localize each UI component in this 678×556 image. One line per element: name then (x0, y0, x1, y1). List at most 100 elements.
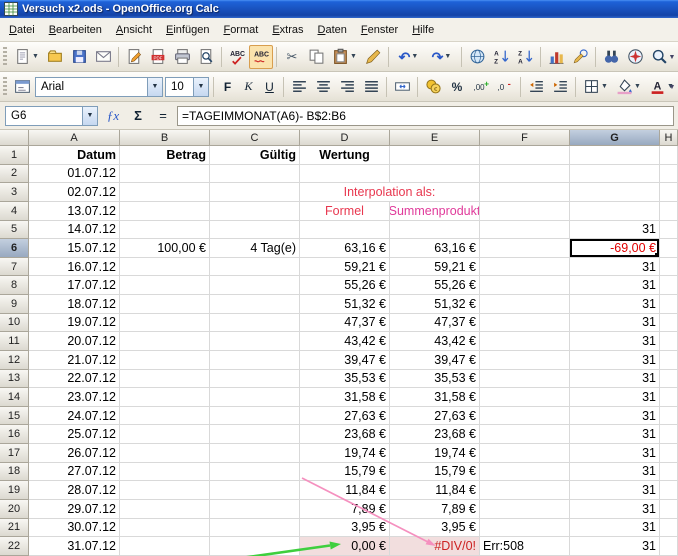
column-header-A[interactable]: A (29, 130, 120, 146)
cell-H16[interactable] (660, 425, 678, 444)
cell-C2[interactable] (210, 165, 300, 184)
cell-E5[interactable] (390, 221, 480, 240)
cell-E14[interactable]: 31,58 € (390, 388, 480, 407)
cell-C13[interactable] (210, 370, 300, 389)
cell-G21[interactable]: 31 (570, 519, 660, 538)
cell-A2[interactable]: 01.07.12 (29, 165, 120, 184)
add-decimal-icon[interactable]: ,00+ (469, 75, 493, 99)
cell-G18[interactable]: 31 (570, 463, 660, 482)
cell-D10[interactable]: 47,37 € (300, 314, 390, 333)
row-header-20[interactable]: 20 (0, 500, 29, 519)
copy-icon[interactable] (304, 45, 328, 69)
cell-H1[interactable] (660, 146, 678, 165)
cell-C11[interactable] (210, 332, 300, 351)
cell-D17[interactable]: 19,74 € (300, 444, 390, 463)
cell-D11[interactable]: 43,42 € (300, 332, 390, 351)
row-header-18[interactable]: 18 (0, 463, 29, 482)
cell-H6[interactable] (660, 239, 678, 258)
cell-A13[interactable]: 22.07.12 (29, 370, 120, 389)
cell-H13[interactable] (660, 370, 678, 389)
cell-D2[interactable] (300, 165, 390, 184)
cell-H3[interactable] (660, 183, 678, 202)
cut-icon[interactable]: ✂ (280, 45, 304, 69)
cell-F9[interactable] (480, 295, 570, 314)
cell-B3[interactable] (120, 183, 210, 202)
cell-D12[interactable]: 39,47 € (300, 351, 390, 370)
cell-B21[interactable] (120, 519, 210, 538)
cell-E11[interactable]: 43,42 € (390, 332, 480, 351)
cell-E19[interactable]: 11,84 € (390, 481, 480, 500)
row-header-3[interactable]: 3 (0, 183, 29, 202)
row-header-7[interactable]: 7 (0, 258, 29, 277)
cell-G8[interactable]: 31 (570, 276, 660, 295)
cell-G12[interactable]: 31 (570, 351, 660, 370)
menu-extras[interactable]: Extras (265, 20, 310, 40)
cell-H10[interactable] (660, 314, 678, 333)
cell-F12[interactable] (480, 351, 570, 370)
formula-input[interactable]: =TAGEIMMONAT(A6)- B$2:B6 (177, 106, 674, 126)
cell-F19[interactable] (480, 481, 570, 500)
font-size-combo-dropdown-icon[interactable]: ▼ (193, 78, 208, 96)
cell-D16[interactable]: 23,68 € (300, 425, 390, 444)
row-header-11[interactable]: 11 (0, 332, 29, 351)
cell-F4[interactable] (480, 202, 570, 221)
sort-descending-icon[interactable]: ZA (513, 45, 537, 69)
cell-C5[interactable] (210, 221, 300, 240)
cell-A14[interactable]: 23.07.12 (29, 388, 120, 407)
cell-A3[interactable]: 02.07.12 (29, 183, 120, 202)
cell-F6[interactable] (480, 239, 570, 258)
cell-D18[interactable]: 15,79 € (300, 463, 390, 482)
cell-C9[interactable] (210, 295, 300, 314)
cell-D6[interactable]: 63,16 € (300, 239, 390, 258)
row-header-14[interactable]: 14 (0, 388, 29, 407)
cell-G3[interactable] (570, 183, 660, 202)
cell-F7[interactable] (480, 258, 570, 277)
row-header-19[interactable]: 19 (0, 481, 29, 500)
print-icon[interactable] (170, 45, 194, 69)
cell-C22[interactable] (210, 537, 300, 556)
cell-H9[interactable] (660, 295, 678, 314)
cell-H2[interactable] (660, 165, 678, 184)
cell-E20[interactable]: 7,89 € (390, 500, 480, 519)
cell-E21[interactable]: 3,95 € (390, 519, 480, 538)
cell-B11[interactable] (120, 332, 210, 351)
align-center-icon[interactable] (311, 75, 335, 99)
cell-E6[interactable]: 63,16 € (390, 239, 480, 258)
cell-A5[interactable]: 14.07.12 (29, 221, 120, 240)
cell-F15[interactable] (480, 407, 570, 426)
cell-B19[interactable] (120, 481, 210, 500)
cell-F1[interactable] (480, 146, 570, 165)
menu-fenster[interactable]: Fenster (354, 20, 405, 40)
title-bar[interactable]: Versuch x2.ods - OpenOffice.org Calc (0, 0, 678, 18)
cell-A1[interactable]: Datum (29, 146, 120, 165)
cell-F11[interactable] (480, 332, 570, 351)
cell-B1[interactable]: Betrag (120, 146, 210, 165)
cell-B7[interactable] (120, 258, 210, 277)
column-header-D[interactable]: D (300, 130, 390, 146)
cell-G22[interactable]: 31 (570, 537, 660, 556)
cell-H15[interactable] (660, 407, 678, 426)
column-header-B[interactable]: B (120, 130, 210, 146)
row-header-8[interactable]: 8 (0, 276, 29, 295)
cell-E12[interactable]: 39,47 € (390, 351, 480, 370)
cell-E2[interactable] (390, 165, 480, 184)
cell-F14[interactable] (480, 388, 570, 407)
cell-A20[interactable]: 29.07.12 (29, 500, 120, 519)
font-size-combo[interactable]: 10▼ (165, 77, 209, 97)
cell-B15[interactable] (120, 407, 210, 426)
cell-H7[interactable] (660, 258, 678, 277)
cell-D15[interactable]: 27,63 € (300, 407, 390, 426)
row-header-10[interactable]: 10 (0, 314, 29, 333)
cell-C21[interactable] (210, 519, 300, 538)
spellcheck-icon[interactable]: ABC (225, 45, 249, 69)
cell-G16[interactable]: 31 (570, 425, 660, 444)
cell-G19[interactable]: 31 (570, 481, 660, 500)
cell-B6[interactable]: 100,00 € (120, 239, 210, 258)
cell-C3[interactable] (210, 183, 300, 202)
cell-F17[interactable] (480, 444, 570, 463)
cell-A18[interactable]: 27.07.12 (29, 463, 120, 482)
cell-reference-dropdown-icon[interactable]: ▼ (82, 107, 97, 125)
cell-G2[interactable] (570, 165, 660, 184)
cell-C7[interactable] (210, 258, 300, 277)
cell-E16[interactable]: 23,68 € (390, 425, 480, 444)
